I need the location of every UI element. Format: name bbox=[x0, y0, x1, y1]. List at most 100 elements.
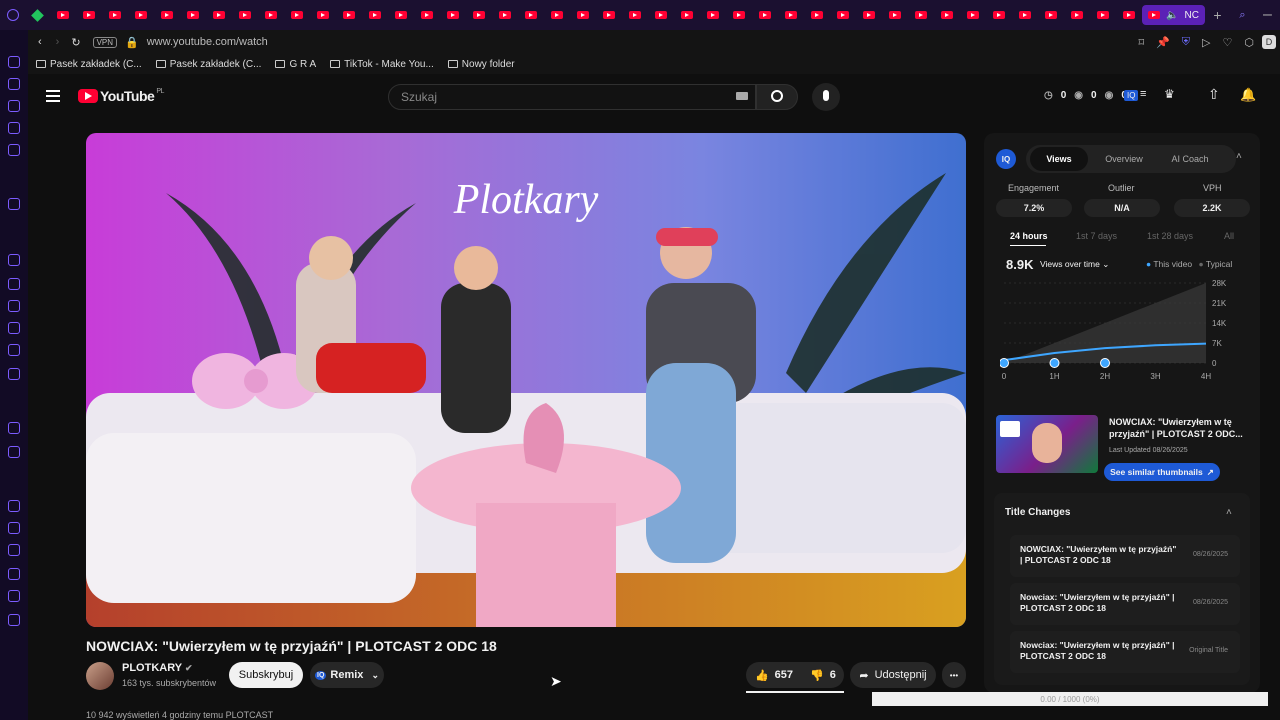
sidebar-app-icon[interactable] bbox=[8, 278, 20, 290]
url-field[interactable]: www.youtube.com/watch bbox=[147, 36, 268, 48]
tab-youtube-favicon[interactable] bbox=[128, 0, 154, 30]
sidebar-app-icon[interactable] bbox=[8, 544, 20, 556]
youtube-logo[interactable]: YouTube PL bbox=[78, 88, 164, 104]
list-icon[interactable]: ≡ bbox=[1140, 88, 1146, 100]
profile-avatar[interactable]: D bbox=[1262, 35, 1276, 49]
tab-youtube-favicon[interactable] bbox=[1064, 0, 1090, 30]
speaker-icon[interactable]: 🔈 bbox=[1166, 10, 1178, 21]
similar-thumbnail[interactable] bbox=[996, 415, 1098, 473]
tab-youtube-favicon[interactable] bbox=[336, 0, 362, 30]
subscribe-button[interactable]: Subskrybuj bbox=[229, 662, 303, 688]
tab-youtube-favicon[interactable] bbox=[154, 0, 180, 30]
sidebar-app-icon[interactable] bbox=[8, 500, 20, 512]
tab-youtube-favicon[interactable] bbox=[778, 0, 804, 30]
tab-youtube-favicon[interactable] bbox=[544, 0, 570, 30]
sidebar-app-icon[interactable] bbox=[8, 56, 20, 68]
dislike-button[interactable]: 👎 6 bbox=[802, 662, 844, 688]
active-tab[interactable]: 🔈 NC bbox=[1142, 5, 1205, 25]
tab-youtube-favicon[interactable] bbox=[1090, 0, 1116, 30]
tab-youtube-favicon[interactable] bbox=[76, 0, 102, 30]
tab-youtube-favicon[interactable] bbox=[440, 0, 466, 30]
keyboard-icon[interactable] bbox=[736, 92, 748, 100]
sidebar-app-icon[interactable] bbox=[8, 198, 20, 210]
tab-youtube-favicon[interactable] bbox=[492, 0, 518, 30]
upload-icon[interactable]: ⇧ bbox=[1208, 86, 1220, 103]
bookmark-icon[interactable]: ⌑ bbox=[1138, 36, 1144, 49]
bookmark-item[interactable]: Pasek zakładek (C... bbox=[36, 59, 142, 70]
tab-youtube-favicon[interactable] bbox=[1038, 0, 1064, 30]
sidebar-app-icon[interactable] bbox=[8, 568, 20, 580]
tab-youtube-favicon[interactable] bbox=[726, 0, 752, 30]
collapse-chevron-icon[interactable]: ˄ bbox=[1236, 151, 1242, 162]
views-dropdown[interactable]: Views over time ⌄ bbox=[1040, 259, 1109, 270]
extension-iq-badge[interactable]: IQ bbox=[1124, 90, 1139, 101]
sidebar-app-icon[interactable] bbox=[8, 344, 20, 356]
sidebar-app-icon[interactable] bbox=[8, 100, 20, 112]
sidebar-app-icon[interactable] bbox=[8, 122, 20, 134]
tab-youtube-favicon[interactable] bbox=[622, 0, 648, 30]
tab-youtube-favicon[interactable] bbox=[1012, 0, 1038, 30]
tab-youtube-favicon[interactable] bbox=[388, 0, 414, 30]
tab-youtube-favicon[interactable] bbox=[700, 0, 726, 30]
range-7-days[interactable]: 1st 7 days bbox=[1076, 231, 1117, 241]
tab-overview[interactable]: Overview bbox=[1094, 147, 1154, 171]
tab-youtube-favicon[interactable] bbox=[804, 0, 830, 30]
range-28-days[interactable]: 1st 28 days bbox=[1147, 231, 1193, 241]
tab-youtube-favicon[interactable] bbox=[518, 0, 544, 30]
tab-youtube-favicon[interactable] bbox=[1116, 0, 1142, 30]
range-all[interactable]: All bbox=[1224, 231, 1234, 241]
tab-youtube-favicon[interactable] bbox=[310, 0, 336, 30]
lock-icon[interactable]: 🔒 bbox=[125, 36, 139, 49]
sidebar-app-icon[interactable] bbox=[8, 368, 20, 380]
sidebar-app-icon[interactable] bbox=[8, 300, 20, 312]
sidebar-app-icon[interactable] bbox=[8, 590, 20, 602]
shield-icon[interactable]: ⛨ bbox=[1182, 36, 1190, 49]
minimize-icon[interactable]: – bbox=[1255, 0, 1280, 30]
tab-youtube-favicon[interactable] bbox=[596, 0, 622, 30]
tab-youtube-favicon[interactable] bbox=[752, 0, 778, 30]
voice-search-button[interactable] bbox=[812, 83, 840, 111]
tab-youtube-favicon[interactable] bbox=[934, 0, 960, 30]
bookmark-item[interactable]: G R A bbox=[275, 59, 316, 70]
tab-youtube-favicon[interactable] bbox=[856, 0, 882, 30]
heart-icon[interactable]: ♡ bbox=[1223, 36, 1233, 49]
share-button[interactable]: ➦ Udostępnij bbox=[850, 662, 936, 688]
sidebar-app-icon[interactable] bbox=[8, 446, 20, 458]
sidebar-app-icon[interactable] bbox=[8, 322, 20, 334]
tab-youtube-favicon[interactable] bbox=[986, 0, 1012, 30]
bookmark-item[interactable]: Nowy folder bbox=[447, 59, 515, 70]
sidebar-app-icon[interactable] bbox=[8, 254, 20, 266]
tab-youtube-favicon[interactable] bbox=[206, 0, 232, 30]
range-24-hours[interactable]: 24 hours bbox=[1010, 231, 1048, 241]
channel-name[interactable]: PLOTKARY ✔ bbox=[122, 662, 193, 674]
more-actions-button[interactable]: ••• bbox=[942, 662, 966, 688]
tab-youtube-favicon[interactable] bbox=[908, 0, 934, 30]
title-changes-collapse-icon[interactable]: ˄ bbox=[1226, 507, 1232, 518]
reload-icon[interactable]: ↻ bbox=[71, 36, 80, 49]
trophy-icon[interactable]: ♛ bbox=[1164, 87, 1175, 101]
tab-youtube-favicon[interactable] bbox=[258, 0, 284, 30]
sidebar-app-icon[interactable] bbox=[8, 78, 20, 90]
tab-youtube-favicon[interactable] bbox=[674, 0, 700, 30]
tab-youtube-favicon[interactable] bbox=[960, 0, 986, 30]
like-button[interactable]: 👍 657 bbox=[746, 662, 802, 688]
sidebar-app-icon[interactable] bbox=[8, 422, 20, 434]
notifications-bell-icon[interactable]: 🔔 bbox=[1240, 87, 1256, 103]
tab-youtube-favicon[interactable] bbox=[882, 0, 908, 30]
tab-youtube-favicon[interactable] bbox=[232, 0, 258, 30]
search-button[interactable] bbox=[756, 84, 798, 110]
sidebar-app-icon[interactable] bbox=[8, 144, 20, 156]
tab-youtube-favicon[interactable] bbox=[50, 0, 76, 30]
channel-avatar[interactable] bbox=[86, 662, 114, 690]
tab-youtube-favicon[interactable] bbox=[180, 0, 206, 30]
tab-youtube-favicon[interactable] bbox=[102, 0, 128, 30]
remix-button[interactable]: IQ Remix ⌄ bbox=[310, 662, 384, 688]
tab-youtube-favicon[interactable] bbox=[414, 0, 440, 30]
bookmark-item[interactable]: TikTok - Make You... bbox=[330, 59, 434, 70]
video-player[interactable]: Plotkary bbox=[86, 133, 966, 627]
pin-icon[interactable]: 📌 bbox=[1156, 36, 1170, 49]
tab-favicon[interactable] bbox=[25, 0, 50, 30]
extensions-icon[interactable]: ⬡ bbox=[1244, 36, 1254, 49]
search-tabs-icon[interactable]: ⌕ bbox=[1230, 0, 1255, 30]
hamburger-menu-icon[interactable] bbox=[46, 90, 60, 102]
